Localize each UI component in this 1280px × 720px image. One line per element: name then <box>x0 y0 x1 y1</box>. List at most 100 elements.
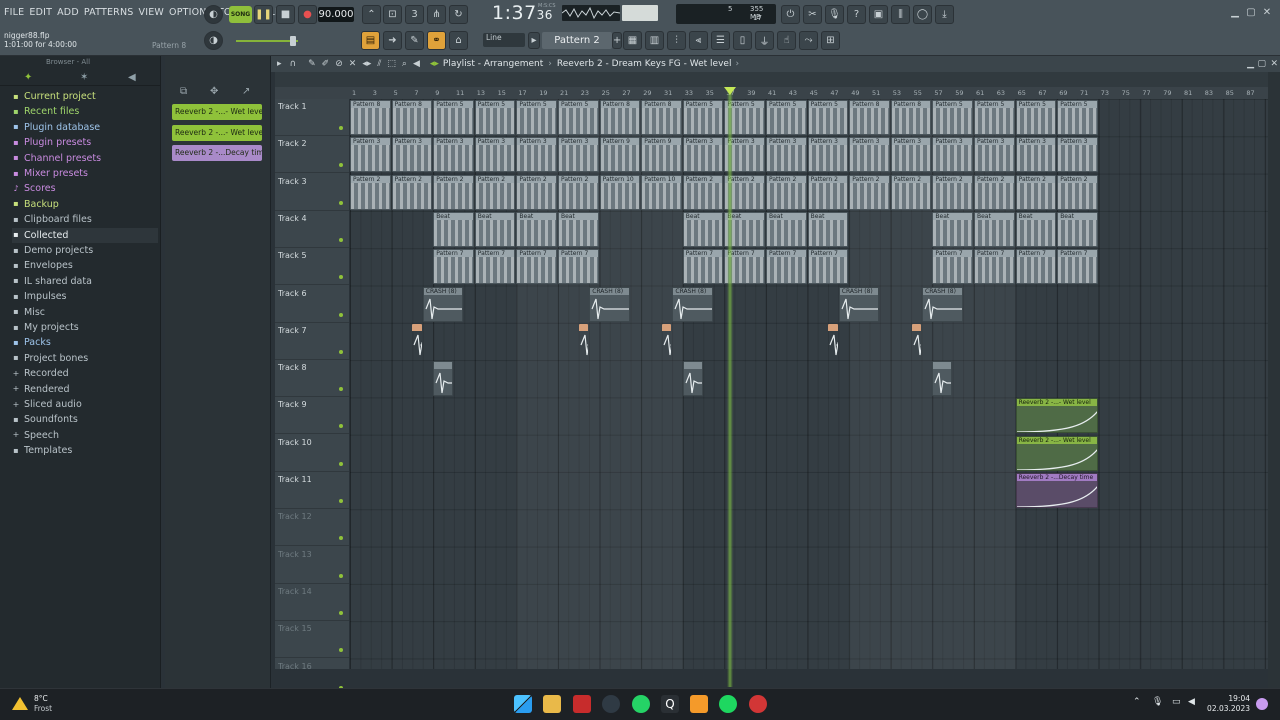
windows-start-icon[interactable] <box>514 695 532 713</box>
track-active-led[interactable] <box>339 461 343 466</box>
browser-item[interactable]: + Sliced audio <box>12 397 158 412</box>
step-edit-icon[interactable]: ⋔ <box>427 5 446 24</box>
track-active-led[interactable] <box>339 573 343 578</box>
power-icon[interactable]: ⏻ <box>781 5 800 24</box>
playlist-clip[interactable] <box>911 323 921 359</box>
playlist-clip[interactable]: Pattern 3 <box>1057 137 1098 173</box>
playlist-clip[interactable]: Beat <box>1057 211 1098 247</box>
playlist-overview-strip[interactable] <box>275 72 1268 87</box>
plug-icon[interactable]: ⏚ <box>755 31 774 50</box>
browser-item[interactable]: ▪ Plugin database <box>12 120 158 135</box>
browser-item[interactable]: ▪ Plugin presets <box>12 135 158 150</box>
playlist-clip[interactable]: Pattern 3 <box>433 137 474 173</box>
menu-edit[interactable]: EDIT <box>29 7 52 18</box>
playlist-clip[interactable]: Reeverb 2 -...- Wet level <box>1015 435 1098 471</box>
browser-item[interactable]: + Rendered <box>12 382 158 397</box>
tempo-tapper-icon[interactable]: ⊞ <box>821 31 840 50</box>
playlist-clip[interactable]: Pattern 3 <box>474 137 516 173</box>
playlist-clip[interactable]: Pattern 5 <box>974 100 1015 135</box>
browser-item[interactable]: ▪ My projects <box>12 320 158 335</box>
playlist-clip[interactable]: Beat <box>932 211 973 247</box>
track-active-led[interactable] <box>339 424 343 429</box>
playlist-clip[interactable]: Pattern 3 <box>1015 137 1057 173</box>
save-icon[interactable]: ▣ <box>869 5 888 24</box>
playlist-clip[interactable]: Pattern 5 <box>516 100 557 135</box>
channel-rack-icon[interactable]: ▥ <box>645 31 664 50</box>
playlist-clip[interactable]: Pattern 2 <box>1015 174 1057 210</box>
stop-icon[interactable]: ■ <box>276 5 295 24</box>
speaker-icon[interactable]: ◀ <box>128 72 136 83</box>
track-header[interactable]: Track 2 <box>275 136 349 174</box>
chat-icon[interactable]: ◯ <box>913 5 932 24</box>
playlist-clip[interactable]: Pattern 10 <box>599 174 641 210</box>
playlist-clip[interactable]: Pattern 3 <box>849 137 890 173</box>
playback-tool-icon[interactable]: ◀ <box>413 59 420 69</box>
touch-icon[interactable]: ☝ <box>777 31 796 50</box>
playlist-clip[interactable]: Pattern 7 <box>974 249 1015 285</box>
track-active-led[interactable] <box>339 312 343 317</box>
playlist-clip[interactable]: Beat <box>474 211 516 247</box>
browser-item[interactable]: ▪ Impulses <box>12 289 158 304</box>
playlist-clip[interactable]: Pattern 7 <box>932 249 973 285</box>
recorder-icon[interactable] <box>749 695 767 713</box>
browser-item[interactable]: ▪ Clipboard files <box>12 212 158 227</box>
playlist-clip[interactable]: Reeverb 2 -...- Wet level <box>1015 398 1098 434</box>
picker-clip[interactable]: Reeverb 2 -...- Wet level <box>172 104 262 120</box>
search-app-icon[interactable]: Q <box>661 695 679 713</box>
arrow-right-icon[interactable]: ➜ <box>383 31 402 50</box>
playlist-icon[interactable]: ▤ <box>361 31 380 50</box>
browser-item[interactable]: ▪ Collected <box>12 227 158 243</box>
picker-clip[interactable]: Reeverb 2 -...- Wet level <box>172 124 262 141</box>
playlist-clip[interactable]: Pattern 2 <box>558 174 599 210</box>
browser-item[interactable]: + Speech <box>12 428 158 443</box>
browser-item[interactable]: ▪ Current project <box>12 89 158 104</box>
track-header[interactable]: Track 8 <box>275 360 349 398</box>
countdown-icon[interactable]: 3 <box>405 5 424 24</box>
playlist-clip[interactable]: Pattern 3 <box>932 137 973 173</box>
playlist-clip[interactable]: Pattern 7 <box>516 249 557 285</box>
track-active-led[interactable] <box>339 536 343 541</box>
playlist-clip[interactable]: Pattern 8 <box>890 100 932 135</box>
playlist-clip[interactable]: Pattern 7 <box>433 249 474 285</box>
browser-item[interactable]: ▪ Backup <box>12 197 158 212</box>
playlist-clip[interactable]: Pattern 7 <box>1015 249 1057 285</box>
playlist-clip[interactable]: Pattern 5 <box>932 100 973 135</box>
track-active-led[interactable] <box>339 237 343 242</box>
playlist-clip[interactable]: Pattern 3 <box>350 137 391 173</box>
warning-icon[interactable] <box>12 697 28 710</box>
playlist-clip[interactable]: Pattern 7 <box>1057 249 1098 285</box>
playlist-clip[interactable]: Pattern 2 <box>1057 174 1098 210</box>
minimize-icon[interactable]: ▁ <box>1228 6 1242 19</box>
track-header[interactable]: Track 4 <box>275 211 349 248</box>
playlist-clip[interactable]: Pattern 2 <box>516 174 557 210</box>
playlist-clip[interactable]: Pattern 5 <box>474 100 516 135</box>
magnet-icon[interactable]: ∩ <box>290 59 297 69</box>
playlist-clip[interactable]: Pattern 7 <box>682 249 724 285</box>
help-icon[interactable]: ? <box>847 5 866 24</box>
playlist-clip[interactable]: Beat <box>516 211 557 247</box>
playlist-clip[interactable]: Pattern 8 <box>350 100 391 135</box>
playlist-clip[interactable]: Pattern 3 <box>807 137 849 173</box>
track-header[interactable]: Track 7 <box>275 323 349 360</box>
menu-view[interactable]: VIEW <box>139 7 165 18</box>
playlist-clip[interactable]: Pattern 2 <box>766 174 807 210</box>
window-minimize-icon[interactable]: ▁ <box>1247 59 1254 69</box>
playlist-clip[interactable]: Beat <box>433 211 474 247</box>
playlist-clip[interactable] <box>932 361 953 397</box>
select-tool-icon[interactable]: ⬚ <box>387 59 396 69</box>
brush-icon[interactable]: ⤳ <box>799 31 818 50</box>
star-icon[interactable]: ✶ <box>80 72 88 83</box>
playlist-clip[interactable]: Pattern 8 <box>849 100 890 135</box>
snap-select[interactable]: Line <box>483 33 525 47</box>
menu-file[interactable]: FILE <box>4 7 24 18</box>
playlist-clip[interactable]: Beat <box>682 211 724 247</box>
playlist-clip[interactable]: Pattern 2 <box>890 174 932 210</box>
paint-icon[interactable]: ✎ <box>405 31 424 50</box>
track-header[interactable]: Track 15 <box>275 621 349 659</box>
pause-icon[interactable]: ❚❚ <box>254 5 273 24</box>
tray-expand-icon[interactable]: ⌃ <box>1133 697 1141 707</box>
notes-icon[interactable]: ▯ <box>733 31 752 50</box>
track-header[interactable]: Track 3 <box>275 174 349 211</box>
whatsapp-icon[interactable] <box>632 695 650 713</box>
browser-view-icon[interactable]: ☰ <box>711 31 730 50</box>
